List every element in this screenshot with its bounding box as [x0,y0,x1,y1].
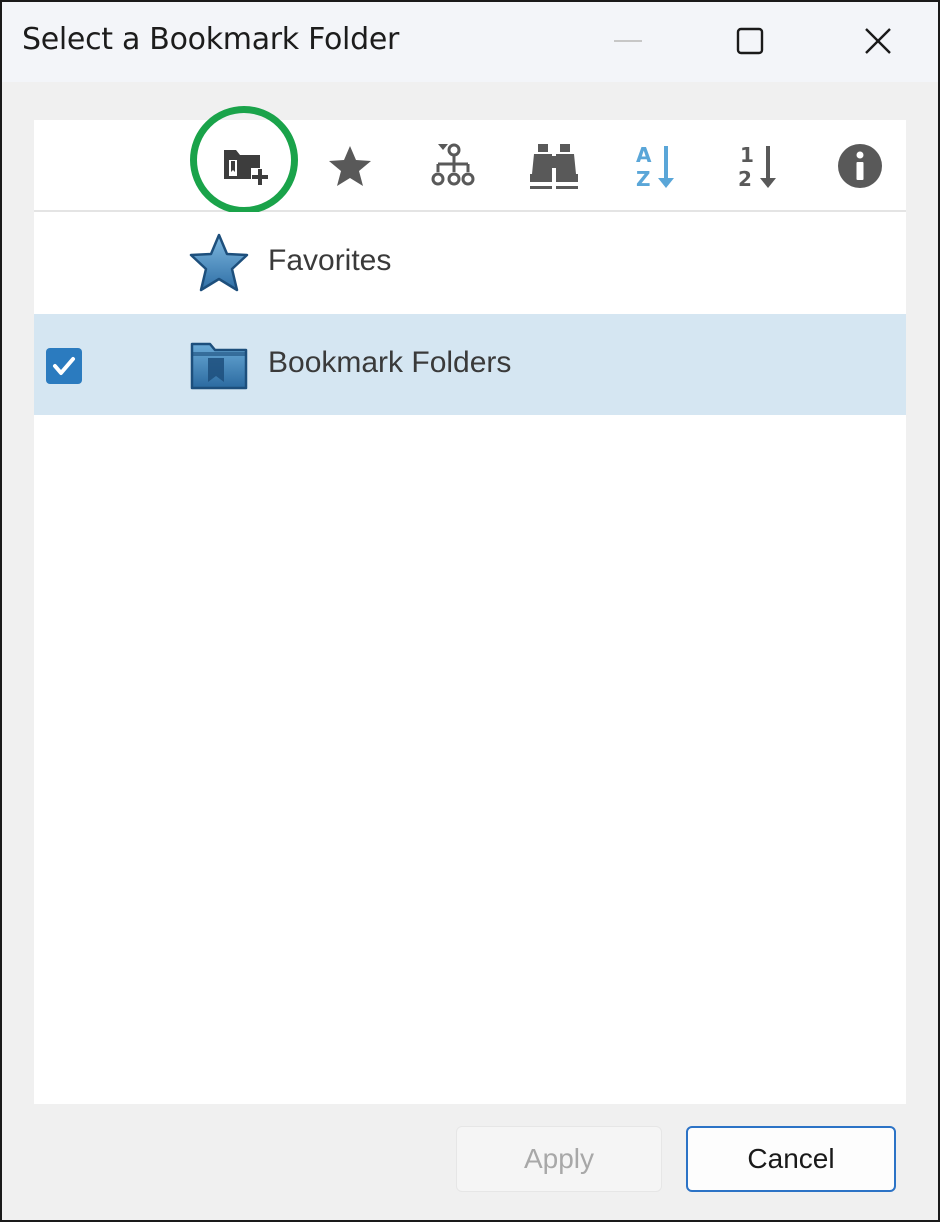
checkmark-icon [53,357,75,375]
star-icon [329,146,371,186]
title-bar: Select a Bookmark Folder [2,2,938,82]
binoculars-icon [530,144,578,189]
sort-alpha-button[interactable]: A Z [620,130,692,202]
close-button[interactable] [848,16,908,66]
close-icon [865,28,891,54]
new-folder-button[interactable] [210,130,282,202]
window-title: Select a Bookmark Folder [22,22,400,57]
item-checkbox[interactable] [46,348,82,384]
maximize-button[interactable] [720,16,780,66]
bookmark-folder-icon [190,342,248,390]
svg-text:Z: Z [636,167,651,190]
favorites-filter-button[interactable] [314,130,386,202]
maximize-icon [736,27,764,55]
svg-text:A: A [636,143,652,167]
svg-text:2: 2 [738,167,752,190]
tree-toolbar: A Z 1 2 [34,106,906,214]
minimize-icon [614,40,642,42]
star-icon [189,233,249,292]
dialog-window: Select a Bookmark Folder A Z 1 2 Favorit… [0,0,940,1222]
sort-numeric-button[interactable]: 1 2 [722,130,794,202]
svg-text:1: 1 [740,143,754,167]
info-icon [838,144,882,188]
cancel-button[interactable]: Cancel [686,1126,896,1192]
info-button[interactable] [824,130,896,202]
search-button[interactable] [518,130,590,202]
hierarchy-button[interactable] [416,130,488,202]
sort-numeric-icon: 1 2 [738,143,776,190]
folder-tree-panel: A Z 1 2 Favorites Bookmark Folders [34,106,906,1104]
minimize-button[interactable] [598,16,658,66]
apply-button[interactable]: Apply [456,1126,662,1192]
tree-item-favorites[interactable]: Favorites [34,212,906,313]
tree-item-label: Bookmark Folders [268,346,512,379]
tree-item-bookmark-folders[interactable]: Bookmark Folders [34,314,906,415]
new-folder-icon [224,150,269,186]
sort-alpha-icon: A Z [636,143,674,190]
hierarchy-icon [431,143,475,186]
tree-item-label: Favorites [268,244,392,277]
